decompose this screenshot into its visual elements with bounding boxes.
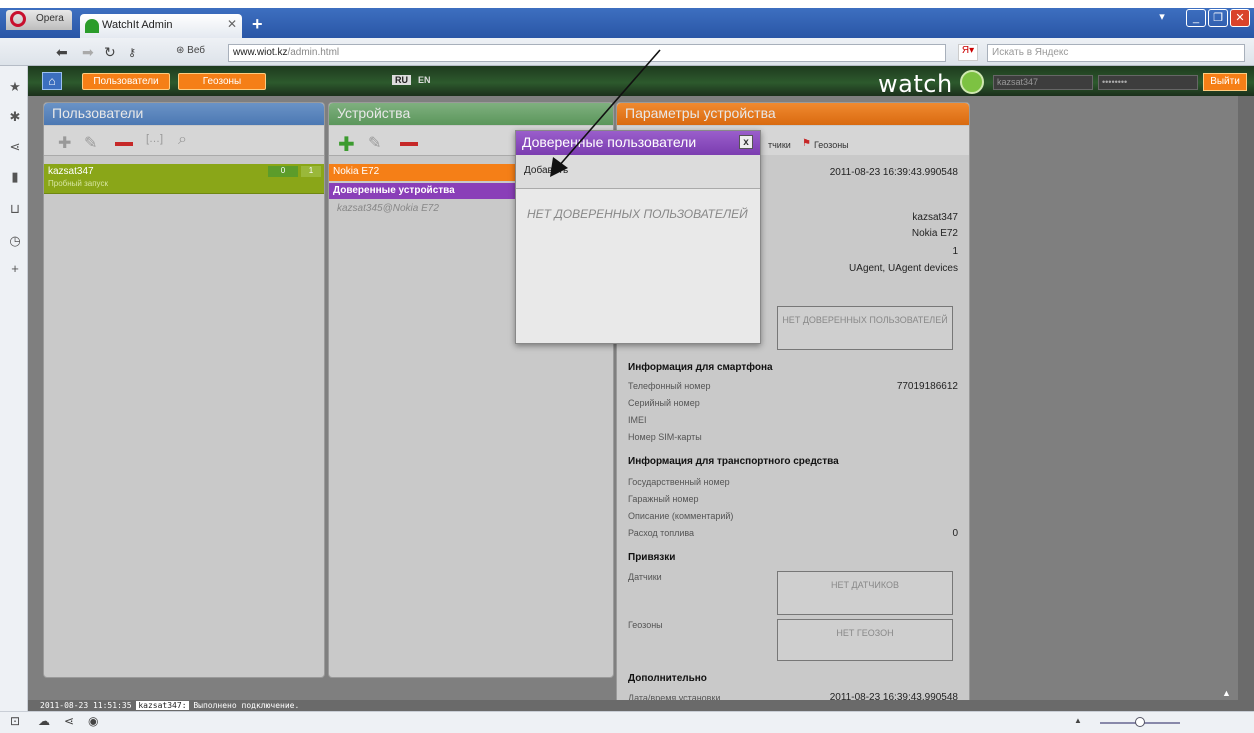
status-time: 2011-08-23 11:51:35	[40, 701, 132, 710]
yandex-search-icon[interactable]: Я▾	[958, 44, 978, 61]
history-clock-icon[interactable]: ◷	[8, 234, 22, 248]
add-user-icon[interactable]: ✚	[58, 133, 71, 153]
share-icon[interactable]: ⋖	[8, 140, 22, 154]
key-icon[interactable]: ⚷	[128, 46, 136, 59]
cloud-icon[interactable]: ☁	[38, 714, 50, 728]
sim-label: Номер SIM-карты	[628, 432, 702, 442]
lang-en-button[interactable]: EN	[418, 75, 431, 85]
created-timestamp: 2011-08-23 16:39:43.990548	[829, 167, 958, 178]
bookmarks-star-icon[interactable]: ★	[8, 80, 22, 94]
status-message: Выполнено подключение.	[193, 701, 300, 710]
minimize-icon[interactable]: _	[1186, 9, 1206, 27]
brand-leaf-icon	[960, 70, 984, 94]
nav-users-button[interactable]: Пользователи	[82, 73, 170, 90]
logout-button[interactable]: Выйти	[1203, 73, 1247, 91]
more-icon[interactable]: […]	[146, 133, 163, 145]
groups-value: UAgent, UAgent devices	[849, 263, 958, 274]
tab-close-icon[interactable]: ✕	[227, 17, 237, 31]
bindings-section-title: Привязки	[628, 552, 676, 563]
panels-icon[interactable]: ⊔	[8, 202, 22, 216]
close-window-icon[interactable]: ✕	[1230, 9, 1250, 27]
user-count-badge: 1	[301, 166, 321, 177]
search-input[interactable]: Искать в Яндекс	[987, 44, 1245, 62]
edit-user-icon[interactable]: ✎	[84, 133, 97, 153]
browser-tab[interactable]: WatchIt Admin	[80, 14, 242, 38]
serial-label: Серийный номер	[628, 398, 700, 408]
no-trusted-users-box: НЕТ ДОВЕРЕННЫХ ПОЛЬЗОВАТЕЛЕЙ	[777, 306, 953, 350]
nav-geozones-button[interactable]: Геозоны	[178, 73, 266, 90]
edit-device-icon[interactable]: ✎	[368, 133, 381, 153]
address-path: /admin.html	[287, 47, 340, 58]
delete-user-icon[interactable]	[115, 142, 133, 146]
turbo-icon[interactable]: ◉	[88, 714, 98, 728]
fuel-value: 0	[952, 528, 958, 539]
user-count-badge: 0	[268, 166, 298, 177]
phone-label: Телефонный номер	[628, 381, 711, 391]
tab-title: WatchIt Admin	[102, 19, 173, 31]
trusted-device-item[interactable]: kazsat345@Nokia E72	[337, 203, 439, 214]
login-field[interactable]: kazsat347	[993, 75, 1093, 90]
zoom-slider-handle[interactable]	[1135, 717, 1145, 727]
geozones-flag-icon: ⚑	[802, 138, 811, 149]
search-icon[interactable]: ⌕	[178, 131, 187, 149]
restore-icon[interactable]: ❐	[1208, 9, 1228, 27]
watchit-favicon-icon	[85, 19, 99, 33]
search-placeholder: Искать в Яндекс	[992, 47, 1069, 58]
add-device-icon[interactable]: ✚	[338, 132, 355, 157]
tab-geozones[interactable]: Геозоны	[814, 140, 849, 150]
lang-ru-button[interactable]: RU	[392, 75, 411, 85]
user-name: kazsat347	[48, 166, 94, 177]
tab-sensors[interactable]: тчики	[768, 140, 791, 150]
dialog-empty-text: НЕТ ДОВЕРЕННЫХ ПОЛЬЗОВАТЕЛЕЙ	[527, 207, 748, 221]
notes-icon[interactable]: ▮	[8, 170, 22, 184]
scroll-up-icon[interactable]: ▲	[1222, 688, 1231, 698]
trusted-devices-header: Доверенные устройства	[329, 183, 515, 199]
address-host: www.wiot.kz	[233, 47, 288, 58]
sensors-label: Датчики	[628, 572, 662, 582]
back-icon[interactable]: ⬅	[56, 44, 68, 61]
brand-logo: watch	[878, 70, 953, 98]
arrow-annotation	[550, 49, 661, 177]
extra-section-title: Дополнительно	[628, 673, 707, 684]
status-user: kazsat347:	[136, 701, 189, 710]
web-badge-label: Веб	[187, 45, 206, 56]
new-tab-icon[interactable]: +	[252, 14, 263, 35]
browser-sidebar	[0, 66, 28, 711]
fuel-label: Расход топлива	[628, 528, 695, 538]
no-geozones-box: НЕТ ГЕОЗОН	[777, 619, 953, 661]
settings-gear-icon[interactable]: ✱	[8, 110, 22, 124]
dialog-close-icon[interactable]: x	[739, 135, 753, 149]
opera-logo-icon	[10, 11, 26, 27]
geozones-label: Геозоны	[628, 620, 663, 630]
opera-menu-label: Opera	[36, 13, 64, 24]
plate-label: Государственный номер	[628, 477, 730, 487]
panel-toggle-icon[interactable]: ⊡	[10, 714, 20, 728]
users-panel-title: Пользователи	[44, 103, 324, 125]
delete-device-icon[interactable]	[400, 142, 418, 146]
browser-bottom-bar	[0, 711, 1254, 733]
password-field[interactable]: ••••••••	[1098, 75, 1198, 90]
phone-value: 77019186612	[896, 381, 958, 392]
page-scrollbar[interactable]	[1238, 96, 1254, 702]
add-panel-icon[interactable]: +	[8, 262, 22, 276]
user-subtitle: Пробный запуск	[48, 179, 108, 188]
zoom-arrow-icon[interactable]: ▲	[1074, 716, 1082, 725]
forward-icon[interactable]: ➡	[82, 44, 94, 61]
unite-icon[interactable]: ⋖	[64, 714, 74, 728]
smartphone-section-title: Информация для смартфона	[628, 362, 773, 373]
number-value: 1	[952, 246, 958, 257]
vehicle-section-title: Информация для транспортного средства	[628, 456, 839, 467]
trash-icon[interactable]: ▾	[1152, 9, 1172, 27]
garage-label: Гаражный номер	[628, 494, 699, 504]
imei-label: IMEI	[628, 415, 647, 425]
reload-icon[interactable]: ↻	[104, 44, 116, 61]
home-icon[interactable]: ⌂	[42, 72, 62, 90]
right-empty-area	[972, 96, 1238, 700]
web-badge[interactable]: ⊛ Веб	[176, 45, 205, 56]
device-list-item[interactable]: Nokia E72	[329, 164, 515, 181]
owner-value: kazsat347	[912, 212, 958, 223]
description-label: Описание (комментарий)	[628, 511, 734, 521]
model-value: Nokia E72	[911, 228, 958, 239]
no-sensors-box: НЕТ ДАТЧИКОВ	[777, 571, 953, 615]
